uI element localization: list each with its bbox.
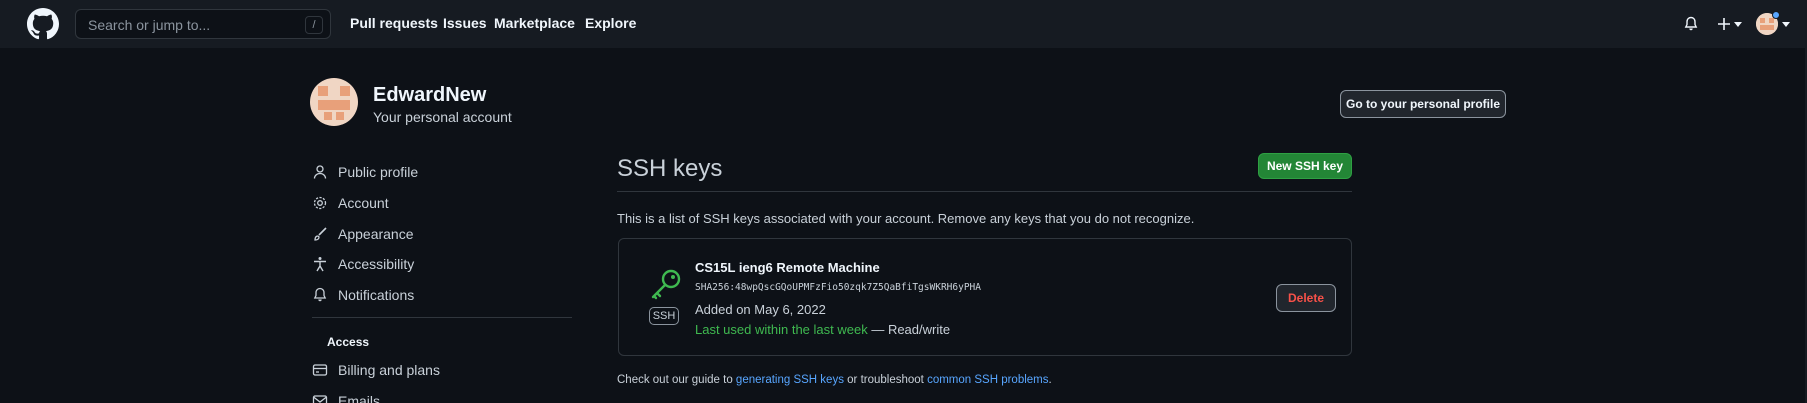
ssh-key-added-date: Added on May 6, 2022	[695, 302, 826, 317]
search-shortcut-key: /	[305, 16, 323, 34]
search-input[interactable]: Search or jump to... /	[75, 9, 331, 39]
sidebar-divider	[312, 317, 572, 318]
notification-dot	[1772, 11, 1780, 19]
sidebar-item-billing[interactable]: Billing and plans	[312, 359, 440, 381]
ssh-key-title: CS15L ieng6 Remote Machine	[695, 260, 880, 275]
paintbrush-icon	[314, 227, 327, 241]
mail-icon	[312, 395, 328, 403]
sidebar-item-account[interactable]: Account	[312, 192, 389, 214]
chevron-down-icon[interactable]	[1734, 22, 1742, 27]
key-icon	[651, 269, 681, 300]
sidebar-item-label: Billing and plans	[338, 362, 440, 378]
help-text-prefix: Check out our guide to	[617, 374, 736, 386]
new-ssh-key-button[interactable]: New SSH key	[1258, 153, 1352, 179]
github-logo-icon[interactable]	[27, 8, 59, 40]
nav-marketplace[interactable]: Marketplace	[494, 15, 575, 31]
sidebar-item-emails[interactable]: Emails	[312, 390, 380, 403]
gear-icon	[313, 196, 327, 210]
search-placeholder: Search or jump to...	[88, 17, 211, 33]
ssh-help-text: Check out our guide to generating SSH ke…	[617, 374, 1052, 386]
nav-issues[interactable]: Issues	[443, 15, 487, 31]
help-text-suffix: .	[1048, 374, 1052, 386]
chevron-down-icon[interactable]	[1782, 22, 1790, 27]
ssh-key-access: — Read/write	[867, 322, 951, 337]
profile-avatar[interactable]	[310, 78, 358, 126]
nav-pull-requests[interactable]: Pull requests	[350, 15, 438, 31]
top-header: Search or jump to... / Pull requests Iss…	[0, 0, 1807, 48]
sidebar-item-label: Account	[338, 195, 389, 211]
sidebar-item-accessibility[interactable]: Accessibility	[312, 253, 414, 275]
sidebar-item-notifications[interactable]: Notifications	[312, 284, 414, 306]
plus-icon[interactable]	[1716, 16, 1732, 32]
help-text-middle: or troubleshoot	[843, 374, 928, 386]
go-to-profile-button[interactable]: Go to your personal profile	[1340, 90, 1506, 118]
sidebar-heading-access: Access	[327, 335, 370, 349]
accessibility-icon	[314, 257, 326, 272]
delete-ssh-key-button[interactable]: Delete	[1276, 284, 1336, 312]
profile-subtitle: Your personal account	[373, 109, 512, 125]
ssh-key-last-used: Last used within the last week	[695, 322, 868, 337]
bell-icon	[313, 287, 327, 302]
title-divider	[617, 191, 1352, 192]
credit-card-icon	[312, 364, 328, 376]
ssh-badge: SSH	[649, 307, 679, 325]
sidebar-item-label: Appearance	[338, 226, 414, 242]
page-title: SSH keys	[617, 155, 723, 182]
sidebar-item-label: Public profile	[338, 164, 419, 180]
sidebar-item-label: Notifications	[338, 287, 415, 303]
generating-ssh-keys-link[interactable]: generating SSH keys	[736, 374, 844, 386]
nav-explore[interactable]: Explore	[585, 15, 636, 31]
sidebar-item-label: Emails	[338, 393, 381, 403]
person-icon	[313, 165, 327, 179]
sidebar-item-public-profile[interactable]: Public profile	[312, 161, 418, 183]
sidebar-item-label: Accessibility	[338, 256, 415, 272]
ssh-key-fingerprint: SHA256:48wpQscGQoUPMFzFio50zqk7Z5QaBfiTg…	[695, 282, 981, 293]
profile-username[interactable]: EdwardNew	[373, 84, 486, 107]
sidebar-item-appearance[interactable]: Appearance	[312, 223, 414, 245]
identicon-icon	[310, 78, 358, 126]
ssh-key-item: SSH CS15L ieng6 Remote Machine SHA256:48…	[618, 238, 1352, 356]
common-ssh-problems-link[interactable]: common SSH problems	[927, 374, 1048, 386]
ssh-key-usage: Last used within the last week — Read/wr…	[695, 322, 950, 337]
bell-icon[interactable]	[1683, 16, 1699, 32]
ssh-keys-description: This is a list of SSH keys associated wi…	[617, 211, 1195, 226]
